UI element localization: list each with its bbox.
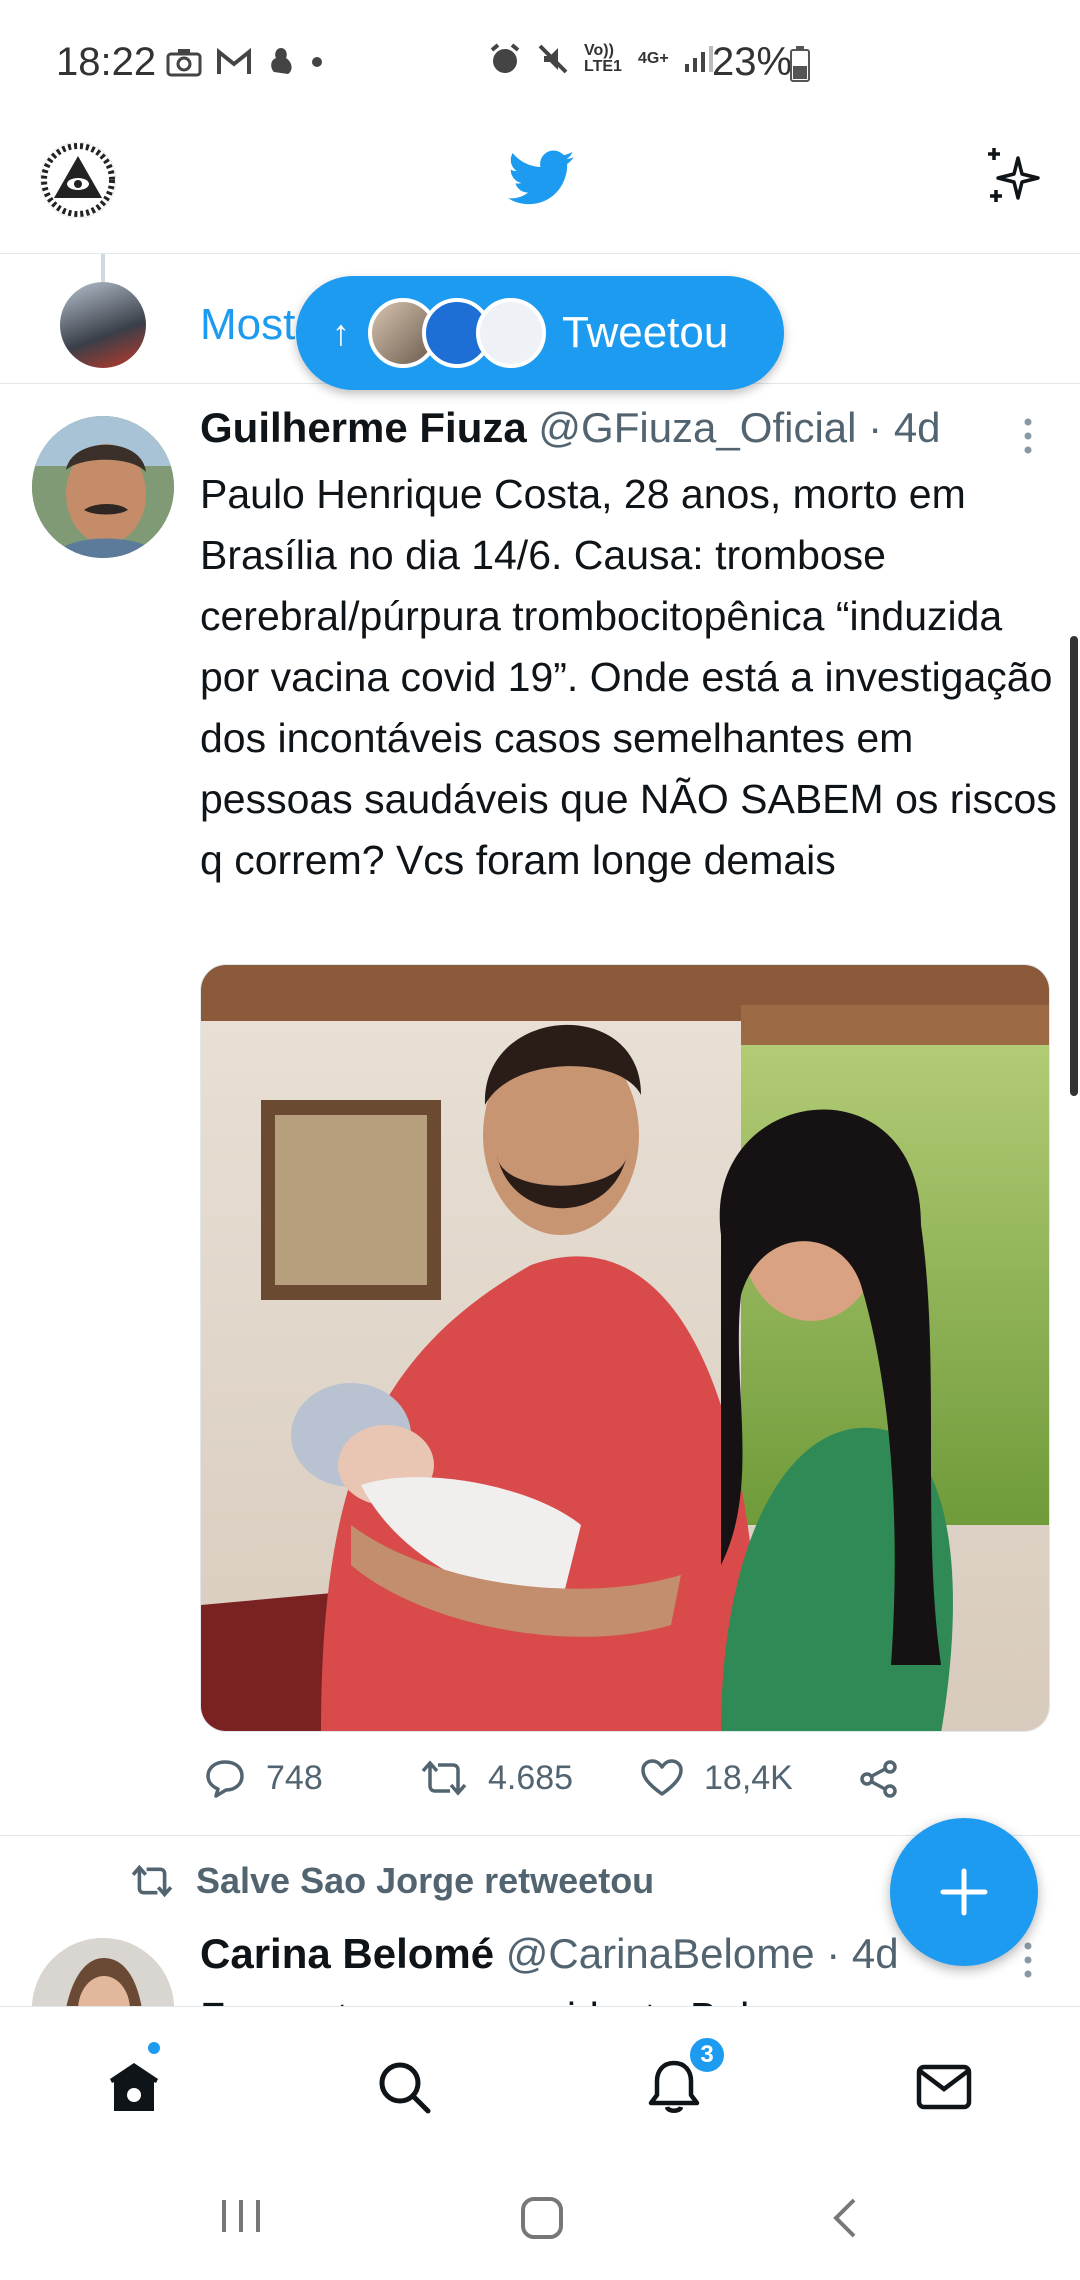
show-more-link[interactable]: Most: [200, 300, 295, 350]
alarm-icon: [490, 43, 520, 73]
retweet-count: 4.685: [488, 1758, 574, 1797]
author-handle[interactable]: @CarinaBelome: [506, 1930, 815, 1977]
network-type: 4G+: [638, 50, 669, 67]
pill-avatars: [368, 298, 546, 368]
like-action[interactable]: 18,4K: [640, 1758, 793, 1798]
author-name[interactable]: Guilherme Fiuza: [200, 404, 527, 451]
recent-apps-icon[interactable]: [218, 2196, 264, 2236]
retweet-context[interactable]: Salve Sao Jorge retweetou: [130, 1860, 654, 1902]
new-tweets-label: Tweetou: [562, 308, 729, 357]
status-bar: 18:22 Vo)) LTE1 4G+ 23%: [0, 0, 1080, 130]
header-separator: ·: [868, 404, 883, 451]
battery-icon: [790, 46, 810, 82]
new-tweets-pill[interactable]: ↑ Tweetou: [296, 276, 784, 390]
bottom-navigation: [0, 2006, 1080, 2156]
battery-percent: 23%: [712, 40, 793, 84]
signal-icon: [684, 46, 713, 72]
status-time: 18:22: [56, 40, 157, 84]
reply-count: 748: [266, 1758, 323, 1797]
pill-avatar: [476, 298, 546, 368]
plus-icon: [940, 1868, 988, 1916]
tweet-time[interactable]: 4d: [852, 1930, 899, 1977]
like-count: 18,4K: [704, 1758, 793, 1797]
more-options-icon[interactable]: [1018, 1940, 1038, 1980]
notification-icons: [166, 46, 324, 78]
heart-icon: [641, 1759, 683, 1796]
author-handle[interactable]: @GFiuza_Oficial: [538, 404, 856, 451]
tweet-header: Guilherme Fiuza @GFiuza_Oficial · 4d: [200, 404, 941, 452]
share-icon: [860, 1760, 897, 1798]
home-button-icon[interactable]: [520, 2196, 564, 2240]
family-photo: [201, 965, 1049, 1731]
scrollbar-thumb[interactable]: [1070, 636, 1078, 1096]
illuminati-eye-icon: [40, 142, 116, 218]
back-icon[interactable]: [830, 2196, 860, 2240]
header-separator: ·: [826, 1930, 841, 1977]
volte-label: Vo)) LTE1: [584, 42, 622, 75]
compose-tweet-button[interactable]: [890, 1818, 1038, 1966]
gmail-icon: [217, 47, 251, 74]
thread-avatar[interactable]: [60, 282, 146, 368]
home-unread-dot: [146, 2040, 162, 2056]
profile-avatar[interactable]: [40, 142, 116, 218]
author-name[interactable]: Carina Belomé: [200, 1930, 494, 1977]
camera-icon: [166, 49, 202, 77]
arrow-up-icon: ↑: [332, 312, 350, 353]
retweet-icon: [421, 1760, 467, 1796]
share-action[interactable]: [858, 1758, 900, 1800]
tweet-header: Carina Belomé @CarinaBelome · 4d: [200, 1930, 899, 1978]
retweet-action[interactable]: 4.685: [420, 1758, 573, 1798]
avatar-photo: [32, 416, 174, 558]
more-options-icon[interactable]: [1018, 416, 1038, 456]
tweet-card[interactable]: Guilherme Fiuza @GFiuza_Oficial · 4d Pau…: [0, 386, 1080, 1836]
tweet-text: Paulo Henrique Costa, 28 anos, morto em …: [200, 471, 1057, 883]
system-navigation-bar: [0, 2156, 1080, 2280]
sparkle-icon[interactable]: [982, 144, 1048, 210]
tweet-time[interactable]: 4d: [894, 404, 941, 451]
search-icon[interactable]: [374, 2057, 434, 2117]
dot-icon: [312, 57, 322, 67]
reply-action[interactable]: 748: [204, 1758, 323, 1798]
app-notification-icon: [271, 48, 292, 74]
thread-connector-line: [101, 254, 105, 282]
twitter-bird-icon[interactable]: [508, 150, 574, 206]
messages-envelope-icon[interactable]: [914, 2057, 974, 2117]
retweeted-by-label: Salve Sao Jorge retweetou: [196, 1860, 655, 1901]
home-icon[interactable]: [104, 2057, 164, 2117]
mute-icon: [538, 44, 568, 74]
tweet-photo[interactable]: [200, 964, 1050, 1732]
system-status-icons: Vo)) LTE1 4G+: [488, 42, 713, 76]
top-app-bar: [0, 130, 1080, 254]
notifications-badge: 3: [688, 2036, 726, 2074]
retweet-icon: [131, 1864, 173, 1898]
tweet-actions: 748 4.685 18,4K: [200, 1758, 960, 1818]
author-avatar[interactable]: [32, 416, 174, 558]
reply-icon: [206, 1760, 244, 1798]
